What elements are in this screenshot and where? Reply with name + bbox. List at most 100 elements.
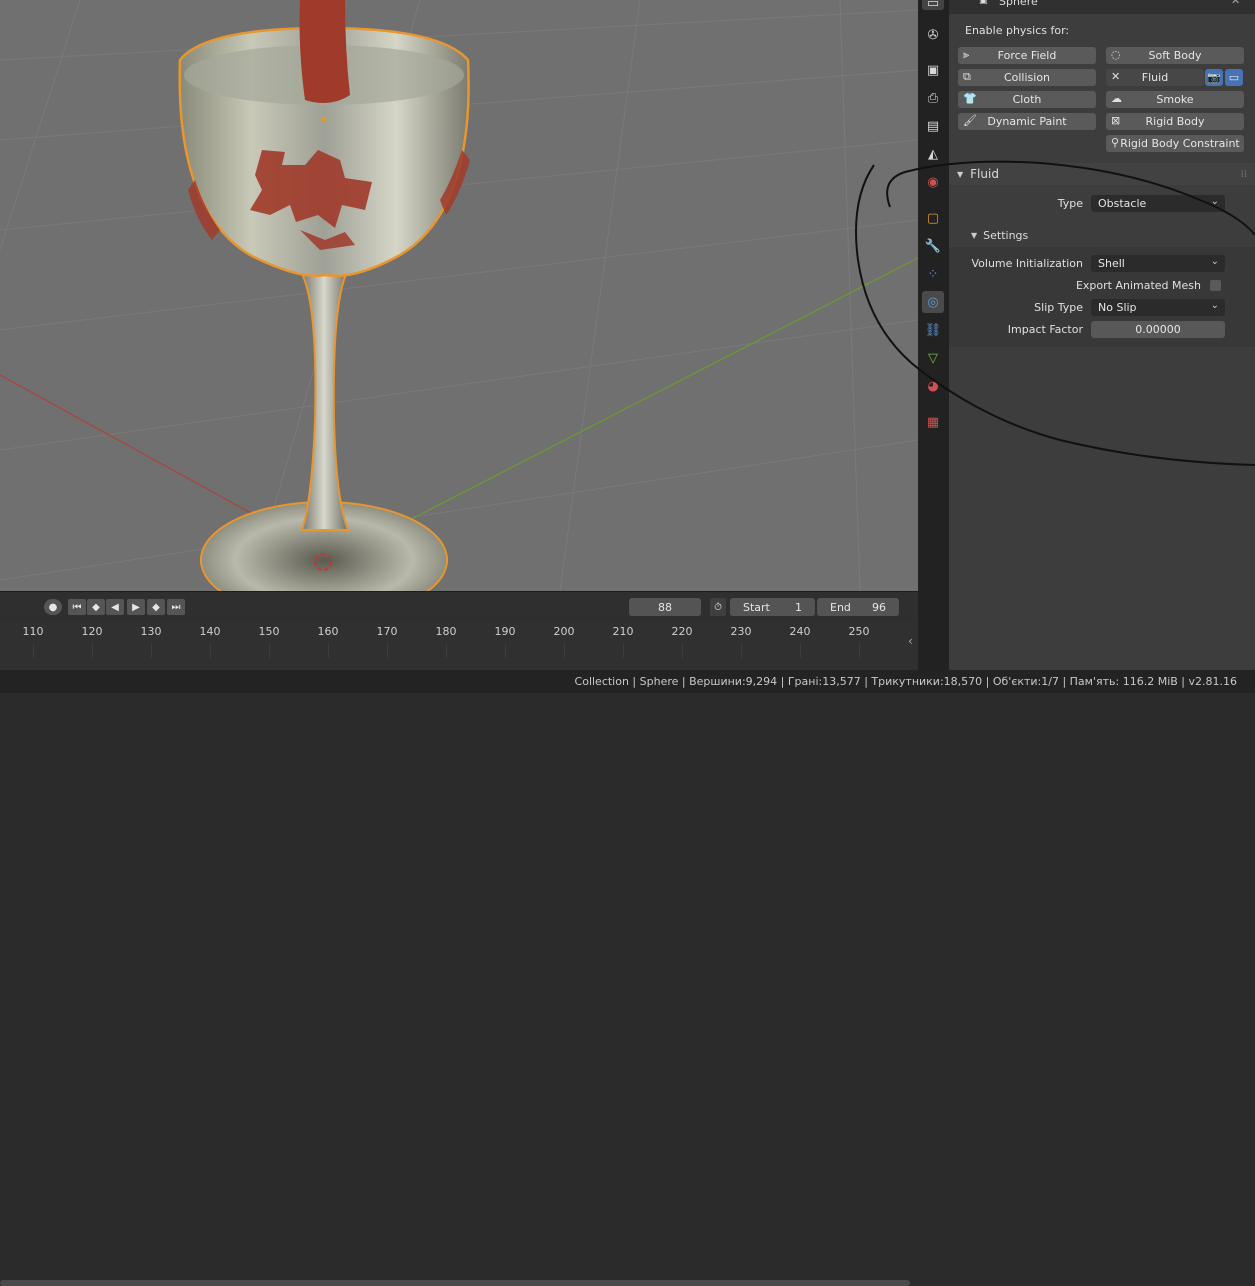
slip-type-dropdown[interactable]: No Slip ⌄ <box>1091 299 1225 316</box>
texture-tab-icon[interactable]: ▦ <box>922 411 944 433</box>
collision-icon: ⧉ <box>963 70 971 83</box>
object-tab-icon[interactable]: ▢ <box>922 207 944 229</box>
view-layer-tab-icon[interactable]: ▤ <box>922 115 944 137</box>
timeline-ruler[interactable]: 110 120 130 140 150 160 170 180 190 200 210 220 230 2… <box>0 620 918 1286</box>
chevron-left-icon[interactable]: ‹ <box>908 634 913 648</box>
constraints-tab-icon[interactable]: ⛓ <box>922 319 944 341</box>
timeline-scrollbar[interactable] <box>0 1280 910 1286</box>
particles-tab-icon[interactable]: ⁘ <box>922 263 944 285</box>
start-frame-field[interactable]: Start 1 <box>730 598 815 616</box>
chevron-down-icon: ▼ <box>971 230 978 240</box>
smoke-button[interactable]: ☁ Smoke <box>1106 91 1244 108</box>
export-mesh-checkbox[interactable] <box>1210 280 1221 291</box>
timeline-tick-line <box>564 644 565 658</box>
impact-factor-field[interactable]: 0.00000 <box>1091 321 1225 338</box>
rigid-body-button[interactable]: ⊠ Rigid Body <box>1106 113 1244 130</box>
end-frame-field[interactable]: End 96 <box>817 598 899 616</box>
end-value: 96 <box>872 600 886 614</box>
timeline-tick-line <box>92 644 93 658</box>
force-field-button[interactable]: ⫸ Force Field <box>958 47 1096 64</box>
material-tab-icon[interactable]: ◕ <box>922 375 944 397</box>
next-keyframe-button[interactable]: ◆ <box>147 599 165 615</box>
cloth-button[interactable]: 👕 Cloth <box>958 91 1096 108</box>
world-tab-icon[interactable]: ◉ <box>922 171 944 193</box>
glass-stem <box>298 269 350 531</box>
dynamic-paint-button[interactable]: 🖌 Dynamic Paint <box>958 113 1096 130</box>
fluid-panel-header[interactable]: ▼ Fluid ⁞⁞ <box>949 163 1255 185</box>
stopwatch-icon[interactable]: ⏱ <box>710 598 726 616</box>
wine-stream <box>299 0 350 104</box>
timeline-tick-label: 250 <box>848 625 870 638</box>
viewport-scene <box>0 0 918 591</box>
impact-factor-value: 0.00000 <box>1135 323 1181 336</box>
settings-panel-header[interactable]: ▼ Settings <box>949 224 1255 246</box>
fluid-type-value: Obstacle <box>1098 197 1147 210</box>
object-type-icon: ▣ <box>979 0 988 6</box>
close-icon: ✕ <box>1111 70 1121 83</box>
timeline-tick-label: 110 <box>22 625 44 638</box>
cloth-label: Cloth <box>1012 93 1042 106</box>
3d-viewport[interactable] <box>0 0 918 591</box>
output-tab-icon[interactable]: ⎙ <box>922 87 944 109</box>
timeline-tick-label: 170 <box>376 625 398 638</box>
enable-physics-heading: Enable physics for: <box>965 24 1070 37</box>
timeline-tick-line <box>682 644 683 658</box>
smoke-icon: ☁ <box>1111 92 1122 105</box>
timeline-tick-label: 160 <box>317 625 339 638</box>
timeline-tick-line <box>800 644 801 658</box>
rigid-body-constraint-button[interactable]: ⚲ Rigid Body Constraint <box>1106 135 1244 152</box>
dynamic-paint-icon: 🖌 <box>963 114 977 127</box>
volume-init-label: Volume Initialization <box>971 257 1084 270</box>
editor-type-icon[interactable]: ▭ <box>922 0 944 11</box>
modifier-tab-icon[interactable]: 🔧 <box>922 235 944 257</box>
y-axis-line <box>399 257 918 526</box>
start-value: 1 <box>795 600 802 614</box>
export-mesh-label: Export Animated Mesh <box>1075 279 1201 292</box>
render-tab-icon[interactable]: ▣ <box>922 59 944 81</box>
jump-start-button[interactable]: ⏮ <box>68 599 86 615</box>
fluid-render-toggle[interactable]: 📷 <box>1205 69 1223 86</box>
volume-init-dropdown[interactable]: Shell ⌄ <box>1091 255 1225 272</box>
camera-icon: 📷 <box>1207 71 1221 84</box>
timeline-tick-label: 220 <box>671 625 693 638</box>
fluid-label: Fluid <box>1141 71 1169 84</box>
timeline-header: ● ⏮ ◆ ◀ ▶ ◆ ⏭ 88 ⏱ Start 1 End 96 <box>0 591 918 621</box>
cloth-icon: 👕 <box>963 92 977 105</box>
soft-body-icon: ◌ <box>1111 48 1121 61</box>
fluid-viewport-toggle[interactable]: ▭ <box>1225 69 1243 86</box>
chevron-down-icon: ⌄ <box>1210 196 1219 207</box>
physics-tab-icon[interactable]: ◎ <box>922 291 944 313</box>
timeline-tick-label: 130 <box>140 625 162 638</box>
fluid-panel-title: Fluid <box>970 167 999 181</box>
volume-init-value: Shell <box>1098 257 1125 270</box>
status-bar: Collection | Sphere | Вершини:9,294 | Гр… <box>0 670 1255 693</box>
chevron-down-icon: ▼ <box>957 169 964 179</box>
next-keyframe-icon: ◆ <box>152 601 160 613</box>
timeline-tick-line <box>505 644 506 658</box>
fluid-type-dropdown[interactable]: Obstacle ⌄ <box>1091 195 1225 212</box>
jump-end-icon: ⏭ <box>171 601 181 613</box>
tool-tab-icon[interactable]: ✇ <box>922 24 944 46</box>
current-frame-field[interactable]: 88 <box>629 598 701 616</box>
record-button[interactable]: ● <box>44 599 62 615</box>
collision-button[interactable]: ⧉ Collision <box>958 69 1096 86</box>
scene-tab-icon[interactable]: ◭ <box>922 143 944 165</box>
pin-icon[interactable]: ✕ <box>1231 0 1240 7</box>
jump-end-button[interactable]: ⏭ <box>167 599 185 615</box>
drag-handle-icon[interactable]: ⁞⁞ <box>1241 169 1247 180</box>
data-tab-icon[interactable]: ▽ <box>922 347 944 369</box>
play-button[interactable]: ▶ <box>127 599 145 615</box>
soft-body-button[interactable]: ◌ Soft Body <box>1106 47 1244 64</box>
object-name: Sphere <box>999 0 1038 8</box>
prev-keyframe-button[interactable]: ◆ <box>87 599 105 615</box>
timeline-tick-line <box>859 644 860 658</box>
timeline-tick-line <box>741 644 742 658</box>
play-reverse-button[interactable]: ◀ <box>106 599 124 615</box>
timeline-tick-line <box>269 644 270 658</box>
timeline-tick-label: 230 <box>730 625 752 638</box>
timeline-tick-label: 120 <box>81 625 103 638</box>
rigid-body-label: Rigid Body <box>1145 115 1205 128</box>
soft-body-label: Soft Body <box>1148 49 1202 62</box>
fluid-remove-button[interactable]: ✕ Fluid <box>1106 69 1204 86</box>
properties-header: ▣ Sphere ✕ <box>949 0 1255 14</box>
